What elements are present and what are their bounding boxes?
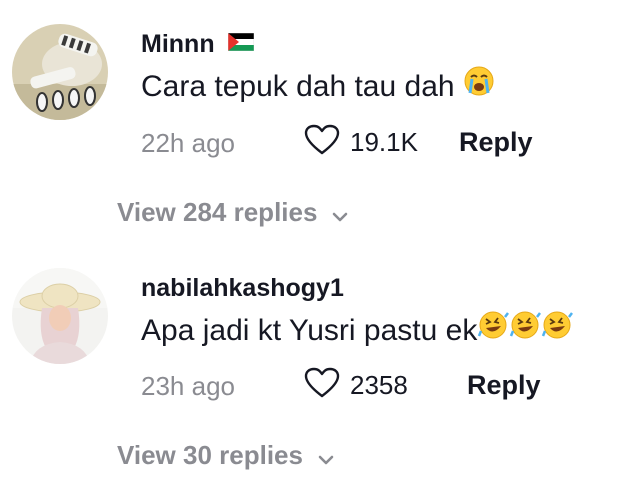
palestine-flag-icon — [227, 29, 254, 58]
comment-text: Cara tepuk dah tau dah — [141, 66, 495, 105]
comment-text-content: Apa jadi kt Yusri pastu ek — [141, 314, 478, 347]
username-text: Minnn — [141, 30, 215, 58]
chevron-down-icon — [331, 199, 349, 230]
view-replies-label: View 284 replies — [117, 197, 318, 227]
like-count: 2358 — [350, 370, 408, 400]
view-replies-button[interactable]: View 284 replies — [117, 195, 349, 230]
chevron-down-icon — [317, 442, 335, 473]
view-replies-button[interactable]: View 30 replies — [117, 438, 335, 473]
loudly-crying-face-emoji-icon — [463, 65, 495, 105]
like-count: 19.1K — [350, 127, 418, 157]
heart-icon — [304, 124, 340, 161]
reply-button[interactable]: Reply — [459, 127, 533, 158]
avatar[interactable] — [12, 268, 108, 364]
like-button[interactable]: 19.1K — [304, 124, 418, 161]
comment-text-content: Cara tepuk dah tau dah — [141, 70, 455, 103]
comment-username[interactable]: nabilahkashogy1 — [141, 274, 344, 303]
heart-icon — [304, 367, 340, 404]
avatar[interactable] — [12, 24, 108, 120]
comment-item: Minnn Cara tepuk dah tau dah 22h ago 19.… — [0, 0, 632, 240]
like-button[interactable]: 2358 — [304, 367, 408, 404]
comment-username[interactable]: Minnn — [141, 30, 254, 59]
rolling-on-floor-laughing-emoji-icon — [477, 309, 574, 349]
comment-time: 23h ago — [141, 371, 235, 401]
reply-button[interactable]: Reply — [467, 370, 541, 401]
comment-time: 22h ago — [141, 128, 235, 158]
comment-item: nabilahkashogy1 Apa jadi kt Yusri pastu … — [0, 240, 632, 480]
comment-text: Apa jadi kt Yusri pastu ek — [141, 311, 574, 349]
view-replies-label: View 30 replies — [117, 440, 303, 470]
